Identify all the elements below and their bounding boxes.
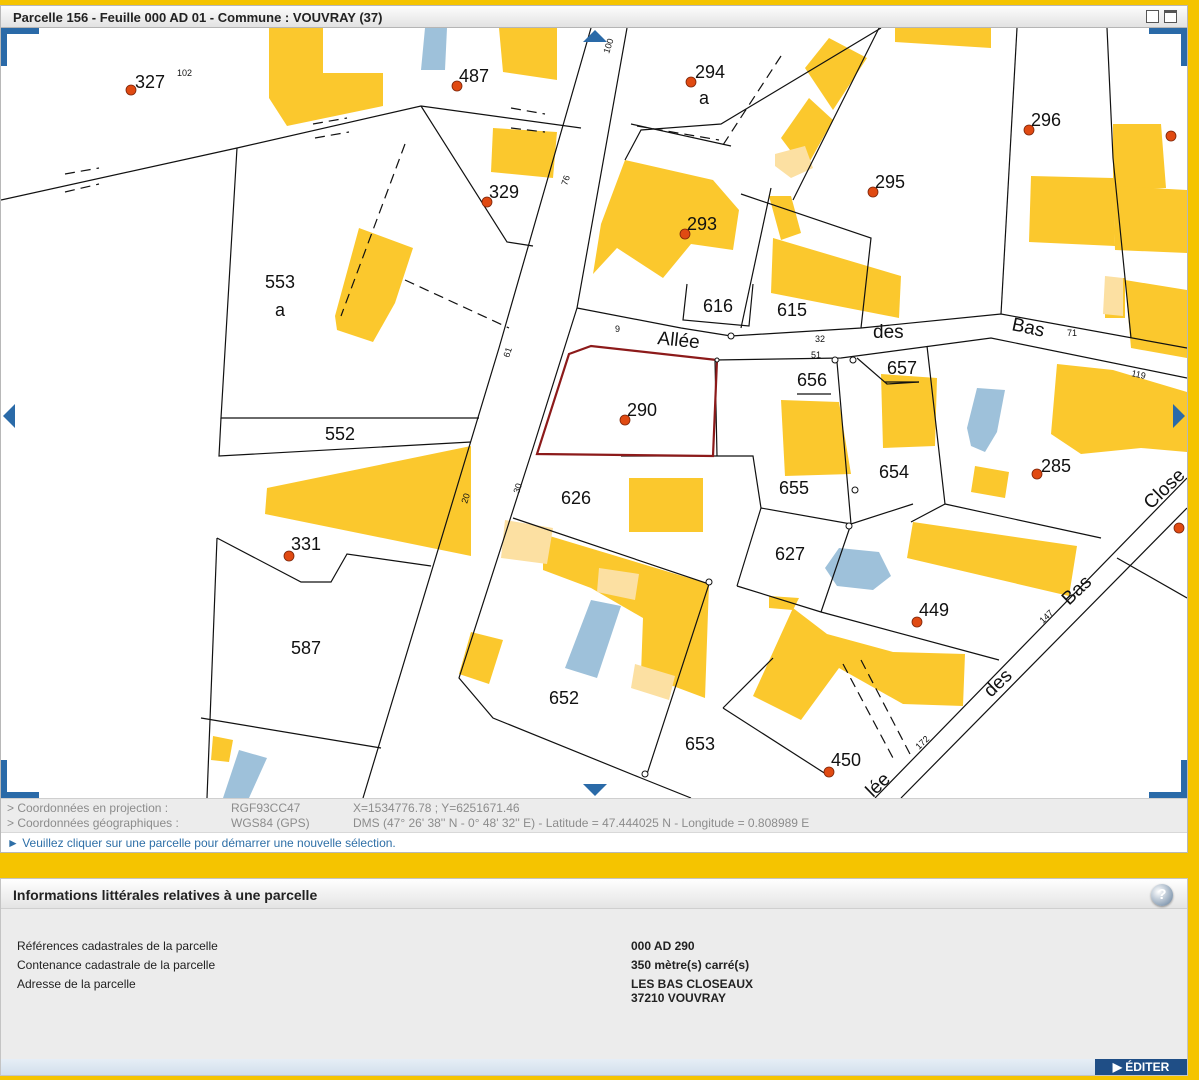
edit-button[interactable]: ▶ ÉDITER bbox=[1095, 1059, 1187, 1075]
corner-marker-tl bbox=[1, 28, 39, 66]
help-icon[interactable]: ? bbox=[1151, 884, 1173, 906]
ref-value: 000 AD 290 bbox=[631, 939, 695, 953]
svg-text:293: 293 bbox=[687, 214, 717, 234]
maximize-icon[interactable] bbox=[1164, 10, 1177, 23]
info-footer bbox=[1, 1059, 1187, 1075]
svg-text:626: 626 bbox=[561, 488, 591, 508]
svg-text:lée: lée bbox=[862, 769, 895, 798]
svg-text:Close: Close bbox=[1140, 465, 1187, 514]
svg-text:331: 331 bbox=[291, 534, 321, 554]
projection-system: RGF93CC47 bbox=[231, 801, 301, 815]
area-label: Contenance cadastrale de la parcelle bbox=[17, 958, 216, 972]
svg-text:Bas: Bas bbox=[1010, 314, 1046, 341]
svg-text:450: 450 bbox=[831, 750, 861, 770]
svg-text:102: 102 bbox=[177, 68, 192, 78]
svg-text:449: 449 bbox=[919, 600, 949, 620]
svg-text:147: 147 bbox=[1037, 608, 1055, 626]
corner-marker-br bbox=[1149, 760, 1187, 798]
svg-text:9: 9 bbox=[615, 324, 620, 334]
svg-text:552: 552 bbox=[325, 424, 355, 444]
ref-label: Références cadastrales de la parcelle bbox=[17, 939, 218, 953]
svg-text:des: des bbox=[873, 322, 904, 343]
svg-text:653: 653 bbox=[685, 734, 715, 754]
info-title: Informations littérales relatives à une … bbox=[13, 887, 318, 903]
coordinates-panel: > Coordonnées en projection : RGF93CC47 … bbox=[1, 798, 1187, 832]
svg-text:615: 615 bbox=[777, 300, 807, 320]
svg-text:327: 327 bbox=[135, 72, 165, 92]
address-value: LES BAS CLOSEAUX bbox=[631, 977, 754, 991]
svg-text:627: 627 bbox=[775, 544, 805, 564]
survey-points bbox=[641, 332, 859, 778]
geo-label: > Coordonnées géographiques : bbox=[7, 816, 179, 830]
svg-text:30: 30 bbox=[511, 482, 524, 495]
svg-text:172: 172 bbox=[913, 734, 931, 752]
svg-text:652: 652 bbox=[549, 688, 579, 708]
address-label: Adresse de la parcelle bbox=[17, 977, 136, 991]
svg-text:654: 654 bbox=[879, 462, 909, 482]
edit-label: ÉDITER bbox=[1125, 1060, 1170, 1074]
pan-up-arrow-icon[interactable] bbox=[583, 30, 607, 42]
map-title: Parcelle 156 - Feuille 000 AD 01 - Commu… bbox=[13, 10, 383, 25]
geo-system: WGS84 (GPS) bbox=[231, 816, 310, 830]
corner-marker-bl bbox=[1, 760, 39, 798]
svg-text:32: 32 bbox=[815, 334, 825, 344]
svg-text:290: 290 bbox=[627, 400, 657, 420]
svg-text:a: a bbox=[275, 300, 286, 320]
svg-text:655: 655 bbox=[779, 478, 809, 498]
svg-text:a: a bbox=[699, 88, 710, 108]
pan-down-arrow-icon[interactable] bbox=[583, 784, 607, 796]
map-window: Parcelle 156 - Feuille 000 AD 01 - Commu… bbox=[0, 5, 1188, 853]
svg-text:Allée: Allée bbox=[656, 328, 700, 353]
svg-text:295: 295 bbox=[875, 172, 905, 192]
svg-text:71: 71 bbox=[1067, 328, 1077, 338]
geo-value: DMS (47° 26' 38'' N - 0° 48' 32'' E) - L… bbox=[353, 816, 810, 830]
info-header: Informations littérales relatives à une … bbox=[1, 879, 1187, 909]
svg-text:656: 656 bbox=[797, 370, 827, 390]
svg-text:285: 285 bbox=[1041, 456, 1071, 476]
svg-text:61: 61 bbox=[501, 346, 514, 359]
svg-text:587: 587 bbox=[291, 638, 321, 658]
map-title-bar: Parcelle 156 - Feuille 000 AD 01 - Commu… bbox=[1, 6, 1187, 28]
cadastral-map[interactable]: 327 487 294 a 296 329 295 293 553 a 616 615 656 6… bbox=[1, 28, 1187, 798]
svg-text:553: 553 bbox=[265, 272, 295, 292]
svg-text:329: 329 bbox=[489, 182, 519, 202]
projection-value: X=1534776.78 ; Y=6251671.46 bbox=[353, 801, 520, 815]
status-message: ► Veuillez cliquer sur une parcelle pour… bbox=[1, 832, 1187, 852]
area-value: 350 mètre(s) carré(s) bbox=[631, 958, 750, 972]
buildings bbox=[211, 28, 1187, 762]
restore-icon[interactable] bbox=[1146, 10, 1159, 23]
svg-text:616: 616 bbox=[703, 296, 733, 316]
svg-text:296: 296 bbox=[1031, 110, 1061, 130]
parcel-info-panel: Informations littérales relatives à une … bbox=[0, 878, 1188, 1076]
svg-text:51: 51 bbox=[811, 350, 821, 360]
svg-text:487: 487 bbox=[459, 66, 489, 86]
svg-text:294: 294 bbox=[695, 62, 725, 82]
svg-text:657: 657 bbox=[887, 358, 917, 378]
pan-left-arrow-icon[interactable] bbox=[3, 404, 15, 428]
pan-right-arrow-icon[interactable] bbox=[1173, 404, 1185, 428]
address-value-2: 37210 VOUVRAY bbox=[631, 991, 726, 1005]
svg-text:76: 76 bbox=[559, 174, 572, 187]
projection-label: > Coordonnées en projection : bbox=[7, 801, 169, 815]
svg-text:des: des bbox=[980, 665, 1017, 701]
corner-marker-tr bbox=[1149, 28, 1187, 66]
